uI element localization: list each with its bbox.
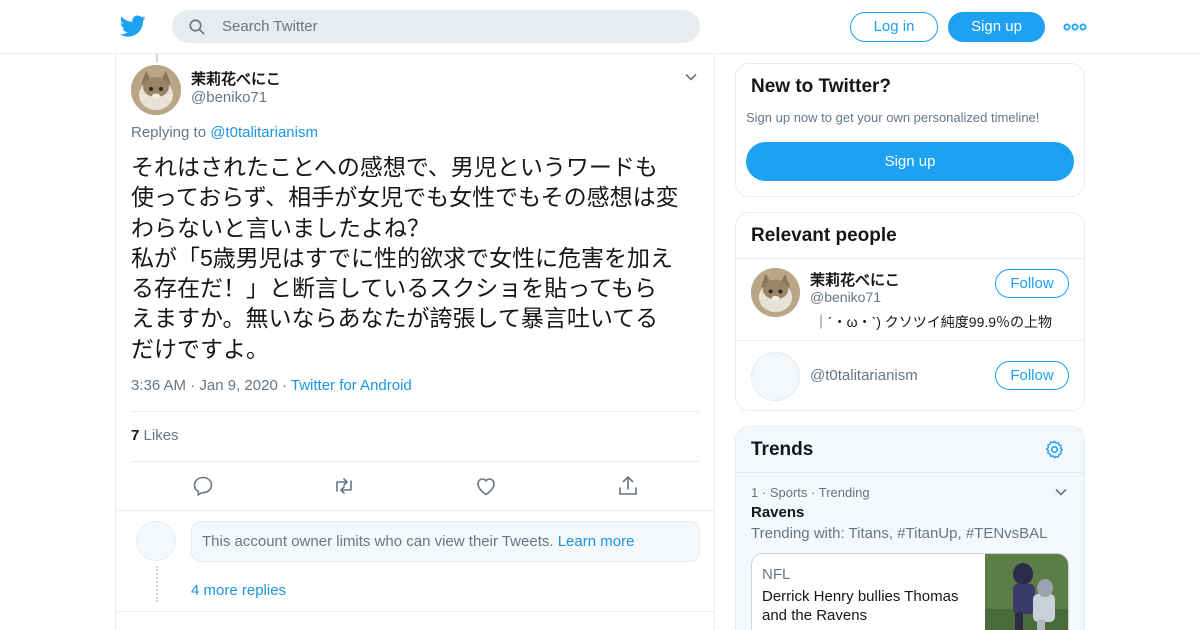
tweet-date[interactable]: Jan 9, 2020 — [199, 377, 277, 394]
likes-label: Likes — [143, 427, 179, 444]
more-replies-link[interactable]: 4 more replies — [191, 582, 286, 599]
replying-to-link[interactable]: @t0talitarianism — [210, 124, 318, 141]
trend-status: Trending — [818, 485, 870, 500]
trend-meta: 1 · Sports · Trending — [751, 485, 870, 500]
signup-button[interactable]: Sign up — [948, 12, 1045, 42]
likes-number: 7 — [131, 427, 140, 444]
top-navigation-bar: Log in Sign up — [0, 0, 1200, 54]
divider — [736, 472, 1084, 473]
tweet-text: それはされたことへの感想で、男児というワードも 使っておらず、相手が女児でも女性… — [131, 154, 679, 362]
follow-button[interactable]: Follow — [995, 361, 1069, 390]
learn-more-link[interactable]: Learn more — [558, 533, 635, 550]
card-title: Trends — [751, 439, 814, 460]
avatar[interactable] — [131, 65, 181, 115]
chevron-down-icon[interactable] — [1054, 485, 1068, 499]
signup-large-button[interactable]: Sign up — [746, 142, 1074, 181]
card-subtitle: Sign up now to get your own personalized… — [746, 110, 1040, 125]
retweet-icon[interactable] — [332, 474, 356, 498]
divider — [736, 340, 1084, 341]
gear-icon[interactable] — [1044, 439, 1065, 460]
person-bio: ｜´・ω・`) クソツイ純度99.9％の上物 — [814, 314, 1053, 330]
trend-category: Sports — [769, 485, 808, 500]
likes-count[interactable]: 7 Likes — [131, 427, 179, 444]
divider — [131, 411, 699, 412]
person-name[interactable]: 茉莉花べにこ — [810, 269, 900, 290]
new-to-twitter-card: New to Twitter? Sign up now to get your … — [735, 63, 1085, 197]
avatar-placeholder[interactable] — [751, 352, 800, 401]
divider — [736, 258, 1084, 259]
relevant-people-card: Relevant people 茉莉花べにこ @beniko71 ｜´・ω・`)… — [735, 212, 1085, 411]
thread-line — [156, 54, 158, 62]
chevron-down-icon[interactable] — [684, 70, 698, 84]
thread-line-dotted — [156, 566, 158, 602]
news-source: NFL — [762, 566, 791, 583]
reply-icon[interactable] — [191, 474, 215, 498]
trend-rank: 1 — [751, 485, 759, 500]
search-input[interactable] — [222, 10, 682, 43]
card-title: Relevant people — [751, 225, 897, 246]
divider — [116, 611, 714, 612]
avatar[interactable] — [751, 268, 800, 317]
news-card[interactable]: NFL Derrick Henry bullies Thomas and the… — [751, 553, 1069, 630]
news-thumbnail — [985, 554, 1068, 630]
card-title: New to Twitter? — [751, 76, 892, 97]
trend-name[interactable]: Ravens — [751, 504, 804, 521]
author-handle[interactable]: @beniko71 — [191, 89, 267, 106]
news-headline: Derrick Henry bullies Thomas and the Rav… — [762, 588, 959, 624]
replying-to-line: Replying to @t0talitarianism — [131, 124, 318, 141]
follow-button[interactable]: Follow — [995, 269, 1069, 298]
trend-related: Trending with: Titans, #TitanUp, #TENvsB… — [751, 525, 1048, 542]
login-button[interactable]: Log in — [850, 12, 938, 42]
share-icon[interactable] — [616, 474, 640, 498]
divider — [116, 510, 714, 511]
person-handle[interactable]: @beniko71 — [810, 289, 881, 305]
cat-avatar-image — [751, 268, 800, 317]
search-icon — [189, 19, 205, 35]
protected-notice-text: This account owner limits who can view t… — [202, 533, 554, 550]
author-name[interactable]: 茉莉花べにこ — [191, 68, 281, 89]
cat-avatar-image — [131, 65, 181, 115]
tweet-timestamp: 3:36 AM · Jan 9, 2020 · Twitter for Andr… — [131, 377, 412, 394]
football-photo-image — [985, 554, 1068, 630]
divider — [131, 461, 699, 462]
like-icon[interactable] — [474, 474, 498, 498]
person-handle[interactable]: @t0talitarianism — [810, 367, 918, 384]
twitter-logo-icon[interactable] — [120, 13, 146, 39]
trends-card: Trends 1 · Sports · Trending Ravens Tren… — [735, 426, 1085, 630]
reply-avatar-placeholder — [136, 521, 176, 561]
protected-tweet-notice: This account owner limits who can view t… — [191, 521, 700, 562]
more-dots-icon[interactable] — [1062, 18, 1088, 36]
tweet-source-link[interactable]: Twitter for Android — [291, 377, 412, 394]
tweet-time[interactable]: 3:36 AM — [131, 377, 186, 394]
tweet-column: 茉莉花べにこ @beniko71 Replying to @t0talitari… — [115, 54, 715, 630]
search-bar[interactable] — [172, 10, 700, 43]
replying-to-label: Replying to — [131, 124, 207, 141]
